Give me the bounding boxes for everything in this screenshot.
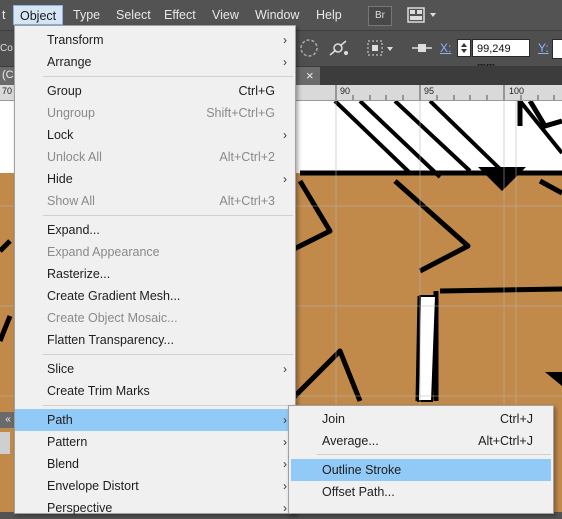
menu-item-show-all[interactable]: Show All Alt+Ctrl+3: [15, 190, 295, 212]
submenu-arrow-icon: ›: [283, 55, 287, 69]
menu-separator: [43, 215, 293, 216]
menu-effect[interactable]: Effect: [158, 5, 202, 25]
menu-help[interactable]: Help: [310, 5, 348, 25]
menu-item-lock[interactable]: Lock ›: [15, 124, 295, 146]
menu-item-group[interactable]: Group Ctrl+G: [15, 80, 295, 102]
stepper-arrows-icon: [461, 43, 467, 53]
menu-item-expand[interactable]: Expand...: [15, 219, 295, 241]
object-menu-dropdown: Transform › Arrange › Group Ctrl+G Ungroup Shif…: [14, 25, 296, 515]
menu-separator: [43, 76, 293, 77]
menu-item-label: Expand...: [47, 223, 100, 237]
menu-item-label: Lock: [47, 128, 74, 142]
align-dropdown-icon[interactable]: [366, 39, 398, 57]
submenu-item-shortcut: Ctrl+J: [500, 412, 533, 426]
menu-window[interactable]: Window: [249, 5, 305, 25]
x-stepper[interactable]: [457, 39, 471, 57]
menu-edit-partial[interactable]: t: [0, 5, 11, 25]
submenu-arrow-icon: ›: [283, 128, 287, 142]
menu-item-rasterize[interactable]: Rasterize...: [15, 263, 295, 285]
submenu-arrow-icon: ›: [283, 362, 287, 376]
menu-item-shortcut: Alt+Ctrl+2: [219, 150, 275, 164]
submenu-item-outline-stroke[interactable]: Outline Stroke: [291, 459, 551, 481]
panel-edge: [0, 432, 10, 454]
menu-item-pattern[interactable]: Pattern ›: [15, 431, 295, 453]
submenu-arrow-icon: ›: [283, 435, 287, 449]
submenu-item-average[interactable]: Average... Alt+Ctrl+J: [291, 430, 551, 452]
menu-item-arrange[interactable]: Arrange ›: [15, 51, 295, 73]
menu-object[interactable]: Object: [13, 5, 64, 25]
submenu-arrow-icon: ›: [283, 479, 287, 493]
menu-item-label: Ungroup: [47, 106, 95, 120]
menu-item-shortcut: Alt+Ctrl+3: [219, 194, 275, 208]
anchor-point-icon[interactable]: [326, 37, 350, 59]
y-stepper[interactable]: [552, 39, 562, 59]
menu-item-unlock-all[interactable]: Unlock All Alt+Ctrl+2: [15, 146, 295, 168]
menu-item-shortcut: Ctrl+G: [238, 84, 275, 98]
submenu-item-shortcut: Alt+Ctrl+J: [478, 434, 533, 448]
menu-item-envelope-distort[interactable]: Envelope Distort ›: [15, 475, 295, 497]
menu-item-label: Create Trim Marks: [47, 384, 150, 398]
menu-item-label: Hide: [47, 172, 73, 186]
menu-item-perspective[interactable]: Perspective ›: [15, 497, 295, 519]
submenu-arrow-icon: ›: [283, 33, 287, 47]
menu-item-ungroup[interactable]: Ungroup Shift+Ctrl+G: [15, 102, 295, 124]
close-tab-icon[interactable]: ×: [306, 68, 314, 83]
submenu-arrow-icon: ›: [283, 172, 287, 186]
submenu-item-label: Average...: [322, 434, 379, 448]
menu-item-create-trim-marks[interactable]: Create Trim Marks: [15, 380, 295, 402]
control-left-label: Co: [0, 43, 13, 54]
menu-item-label: Expand Appearance: [47, 245, 160, 259]
recolor-icon[interactable]: [298, 37, 320, 59]
menu-item-transform[interactable]: Transform ›: [15, 29, 295, 51]
menu-separator: [43, 405, 293, 406]
submenu-arrow-icon: ›: [283, 501, 287, 515]
submenu-item-label: Outline Stroke: [322, 463, 402, 477]
menu-view[interactable]: View: [206, 5, 245, 25]
x-label: X:: [440, 41, 452, 55]
grid-layout-icon: [407, 7, 436, 23]
menu-item-shortcut: Shift+Ctrl+G: [206, 106, 275, 120]
menu-item-flatten-transparency[interactable]: Flatten Transparency...: [15, 329, 295, 351]
reference-point-icon[interactable]: [410, 39, 434, 57]
menu-item-label: Unlock All: [47, 150, 102, 164]
submenu-item-join[interactable]: Join Ctrl+J: [291, 408, 551, 430]
menu-item-path[interactable]: Path ›: [15, 409, 295, 431]
y-label: Y:: [538, 41, 549, 55]
menu-item-label: Envelope Distort: [47, 479, 139, 493]
menu-separator: [317, 454, 551, 455]
menu-item-label: Group: [47, 84, 82, 98]
submenu-item-label: Join: [322, 412, 345, 426]
bridge-button[interactable]: Br: [368, 6, 392, 26]
menu-item-label: Show All: [47, 194, 95, 208]
submenu-item-offset-path[interactable]: Offset Path...: [291, 481, 551, 503]
menu-item-label: Path: [47, 413, 73, 427]
menu-item-label: Pattern: [47, 435, 88, 449]
menu-item-label: Transform: [47, 33, 104, 47]
menu-item-create-object-mosaic[interactable]: Create Object Mosaic...: [15, 307, 295, 329]
workspace-switcher-button[interactable]: [406, 6, 440, 24]
menu-type[interactable]: Type: [67, 5, 106, 25]
menu-item-label: Create Gradient Mesh...: [47, 289, 181, 303]
path-submenu: Join Ctrl+J Average... Alt+Ctrl+J Outline St…: [288, 405, 554, 514]
menu-separator: [43, 354, 293, 355]
submenu-arrow-icon: ›: [283, 457, 287, 471]
menu-item-label: Flatten Transparency...: [47, 333, 174, 347]
menu-item-label: Slice: [47, 362, 75, 376]
menu-item-label: Perspective: [47, 501, 113, 515]
submenu-item-label: Offset Path...: [322, 485, 395, 499]
menu-item-create-gradient-mesh[interactable]: Create Gradient Mesh...: [15, 285, 295, 307]
menu-item-label: Arrange: [47, 55, 92, 69]
menu-item-hide[interactable]: Hide ›: [15, 168, 295, 190]
menu-item-slice[interactable]: Slice ›: [15, 358, 295, 380]
menu-item-label: Rasterize...: [47, 267, 111, 281]
menu-item-label: Blend: [47, 457, 79, 471]
submenu-arrow-icon: ›: [283, 413, 287, 427]
menu-select[interactable]: Select: [110, 5, 157, 25]
x-position-input[interactable]: 99,249 mm: [472, 39, 530, 73]
menu-item-blend[interactable]: Blend ›: [15, 453, 295, 475]
menu-item-label: Create Object Mosaic...: [47, 311, 178, 325]
menu-item-expand-appearance[interactable]: Expand Appearance: [15, 241, 295, 263]
